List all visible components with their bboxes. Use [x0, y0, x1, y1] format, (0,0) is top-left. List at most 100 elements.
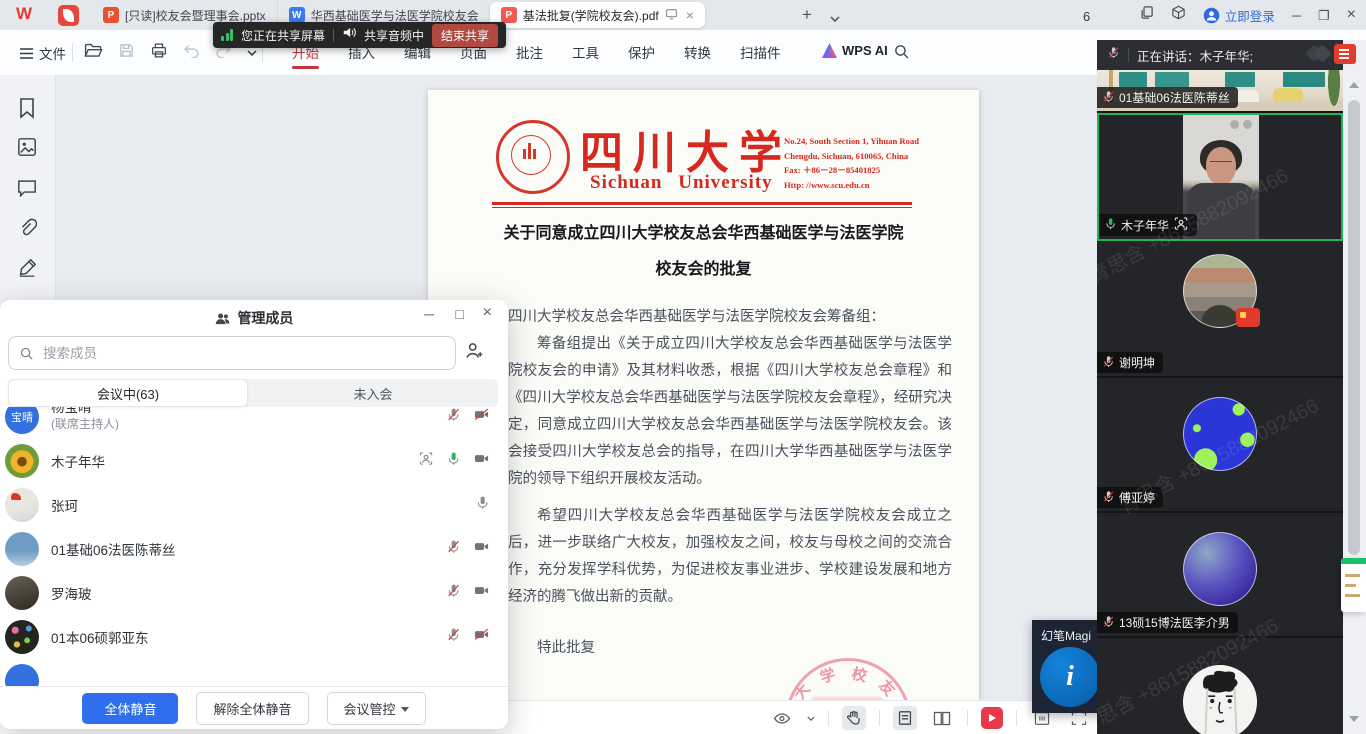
member-avatar — [5, 664, 39, 686]
mute-all-button[interactable]: 全体静音 — [82, 693, 178, 724]
participant-name: 木子年华 — [1121, 217, 1169, 234]
sharing-status-text: 您正在共享屏幕 — [241, 27, 325, 44]
ribbon-tab-工具[interactable]: 工具 — [572, 39, 599, 69]
dialog-titlebar[interactable]: 管理成员 ─ □ × — [0, 300, 508, 332]
file-menu-button[interactable]: 文件 — [20, 43, 66, 63]
paragraph-1: 筹备组提出《关于成立四川大学校友总会华西基础医学与法医学院校友会的申请》及其材料… — [508, 331, 952, 493]
mic-icon — [1104, 217, 1117, 233]
single-page-view-icon[interactable] — [893, 706, 917, 730]
close-button[interactable]: × — [1347, 7, 1356, 23]
tab-screen-icon — [665, 8, 678, 23]
university-seal — [496, 120, 570, 194]
video-tile[interactable]: 谢明坤 — [1097, 241, 1343, 378]
member-row[interactable]: 01本06硕郭亚东 — [0, 615, 508, 659]
camera-icon[interactable] — [473, 627, 490, 647]
signature-pen-icon[interactable] — [17, 258, 37, 283]
video-tile[interactable] — [1097, 638, 1343, 734]
member-row[interactable]: 罗海玻 — [0, 571, 508, 615]
member-search-input[interactable] — [41, 345, 445, 362]
member-row[interactable]: 宝晴杨宝晴(联席主持人) — [0, 407, 508, 439]
play-slideshow-button[interactable] — [981, 707, 1003, 729]
mic-icon[interactable] — [446, 627, 461, 647]
edge-notification-toast[interactable] — [1341, 558, 1366, 612]
tab-list-chevron-icon[interactable] — [830, 10, 840, 28]
camera-icon[interactable] — [473, 451, 490, 471]
meeting-controls-button[interactable]: 会议管控 — [327, 692, 426, 725]
login-button[interactable]: 立即登录 — [1203, 6, 1275, 25]
ribbon-tab-扫描件[interactable]: 扫描件 — [740, 39, 781, 69]
search-icon[interactable] — [893, 43, 910, 65]
focus-portrait-icon[interactable] — [418, 451, 434, 471]
camera-icon[interactable] — [473, 407, 490, 427]
wps-ai-button[interactable]: WPS AI — [822, 43, 888, 58]
mic-icon[interactable] — [446, 407, 461, 427]
video-tile[interactable]: 01基础06法医陈蒂丝 — [1097, 70, 1343, 113]
ribbon-tab-批注[interactable]: 批注 — [516, 39, 543, 69]
member-avatar — [5, 532, 39, 566]
member-name: 木子年华 — [51, 451, 105, 471]
dialog-close-button[interactable]: × — [483, 305, 492, 321]
unmute-all-button[interactable]: 解除全体静音 — [196, 692, 308, 725]
attachment-icon[interactable] — [17, 218, 37, 243]
copy-window-icon[interactable] — [1139, 5, 1154, 25]
video-tile[interactable]: 13硕15博法医李介男 — [1097, 513, 1343, 638]
member-row[interactable]: 木子年华 — [0, 439, 508, 483]
magic-pen-info-button[interactable]: i — [1040, 647, 1100, 707]
print-icon[interactable] — [150, 42, 168, 64]
read-mode-eye-icon[interactable] — [770, 706, 794, 730]
university-name-en: Sichuan University — [590, 172, 773, 194]
member-list: 宝晴杨宝晴(联席主持人) 木子年华张珂 01基础06法医陈蒂丝罗海玻01本06硕郭亚… — [0, 407, 508, 686]
mic-icon[interactable] — [446, 451, 461, 471]
docer-icon[interactable] — [58, 5, 79, 26]
file-tab[interactable]: P基法批复(学院校友会).pdf× — [490, 2, 705, 28]
eye-dropdown-chevron-icon[interactable] — [807, 709, 815, 727]
participant-avatar — [1183, 254, 1257, 328]
dialog-maximize-button[interactable]: □ — [456, 307, 464, 321]
pdf-page[interactable]: 四川大学 Sichuan University No.24, South Sec… — [428, 90, 979, 734]
scroll-down-arrow[interactable] — [1349, 716, 1359, 722]
save-icon[interactable] — [118, 42, 135, 64]
magic-pen-label: 幻笔Magi — [1041, 627, 1091, 644]
member-row[interactable] — [0, 659, 508, 686]
mic-icon[interactable] — [475, 495, 490, 515]
close-tab-icon[interactable]: × — [686, 7, 694, 23]
member-row[interactable]: 张珂 — [0, 483, 508, 527]
minimize-button[interactable]: ─ — [1292, 9, 1301, 22]
tile-name-label: 01基础06法医陈蒂丝 — [1097, 87, 1238, 108]
mic-icon[interactable] — [446, 583, 461, 603]
two-page-view-icon[interactable] — [930, 706, 954, 730]
comment-icon[interactable] — [17, 178, 37, 202]
file-tab-title: 华西基础医学与法医学院校友会章程 — [311, 7, 479, 24]
tab-in-meeting[interactable]: 会议中(63) — [8, 379, 248, 407]
wps-logo[interactable]: W — [16, 4, 31, 24]
open-folder-icon[interactable] — [84, 42, 103, 64]
mic-icon[interactable] — [446, 539, 461, 559]
thumbnail-image-icon[interactable] — [17, 137, 37, 162]
dialog-minimize-button[interactable]: ─ — [424, 307, 434, 321]
meeting-header: 正在讲话：木子年华; — [1097, 40, 1343, 70]
ribbon-tab-转换[interactable]: 转换 — [684, 39, 711, 69]
scrollbar-thumb[interactable] — [1348, 100, 1360, 555]
hand-tool-icon[interactable] — [842, 706, 866, 730]
bookmark-icon[interactable] — [17, 97, 37, 124]
add-member-button[interactable] — [464, 340, 485, 366]
stop-sharing-button[interactable]: 结束共享 — [432, 24, 498, 47]
speaking-now-label: 正在讲话：木子年华; — [1137, 46, 1253, 65]
member-row[interactable]: 01基础06法医陈蒂丝 — [0, 527, 508, 571]
panel-scrollbar[interactable] — [1343, 40, 1366, 734]
tab-not-joined[interactable]: 未入会 — [248, 379, 498, 407]
titlebar: W P[只读]校友会暨理事会.pptxW华西基础医学与法医学院校友会章程P基法批… — [0, 0, 1366, 30]
ribbon-tab-保护[interactable]: 保护 — [628, 39, 655, 69]
restore-button[interactable]: ❐ — [1318, 9, 1330, 22]
camera-icon[interactable] — [473, 583, 490, 603]
scroll-up-arrow[interactable] — [1349, 82, 1359, 88]
mic-icon — [1102, 90, 1115, 106]
skin-cube-icon[interactable] — [1171, 5, 1186, 25]
video-tile[interactable]: 傅亚婷 — [1097, 378, 1343, 513]
member-name: 张珂 — [51, 495, 78, 515]
salutation: 四川大学校友总会华西基础医学与法医学院校友会筹备组： — [508, 304, 952, 331]
video-tile[interactable]: 木子年华 — [1097, 113, 1343, 241]
camera-icon[interactable] — [473, 539, 490, 559]
undo-icon[interactable] — [183, 43, 200, 63]
new-tab-button[interactable]: + — [802, 5, 812, 25]
